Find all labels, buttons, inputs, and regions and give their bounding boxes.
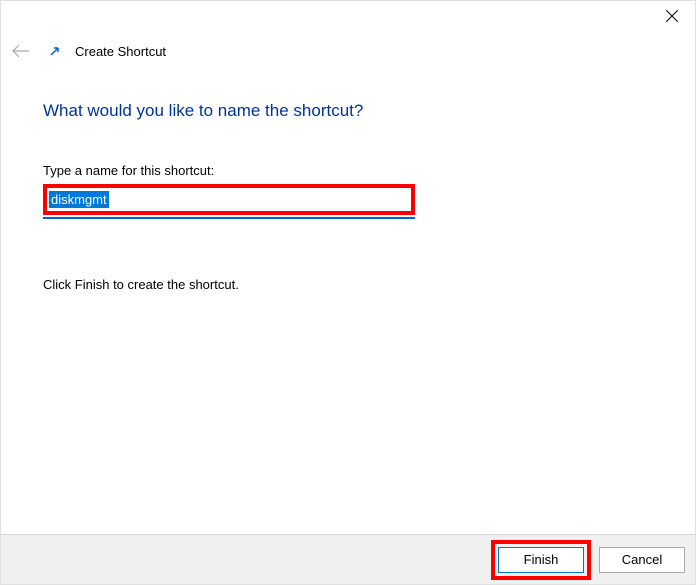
wizard-footer: Finish Cancel: [1, 534, 695, 584]
wizard-title: Create Shortcut: [75, 44, 166, 59]
selected-text: diskmgmt: [49, 191, 109, 208]
back-button[interactable]: [11, 41, 31, 61]
cancel-button[interactable]: Cancel: [599, 547, 685, 573]
wizard-header: Create Shortcut: [1, 33, 695, 61]
input-underline: [43, 217, 415, 219]
shortcut-name-highlight: diskmgmt: [43, 184, 415, 215]
finish-button[interactable]: Finish: [498, 547, 584, 573]
close-button[interactable]: [649, 1, 695, 31]
close-icon: [666, 10, 678, 22]
wizard-content: What would you like to name the shortcut…: [1, 61, 695, 292]
instruction-text: Click Finish to create the shortcut.: [43, 277, 653, 292]
page-heading: What would you like to name the shortcut…: [43, 101, 653, 121]
titlebar: [1, 1, 695, 33]
back-arrow-icon: [12, 44, 30, 58]
finish-button-highlight: Finish: [491, 540, 591, 580]
shortcut-name-input[interactable]: diskmgmt: [47, 188, 411, 211]
shortcut-icon: [47, 43, 63, 59]
shortcut-name-label: Type a name for this shortcut:: [43, 163, 653, 178]
